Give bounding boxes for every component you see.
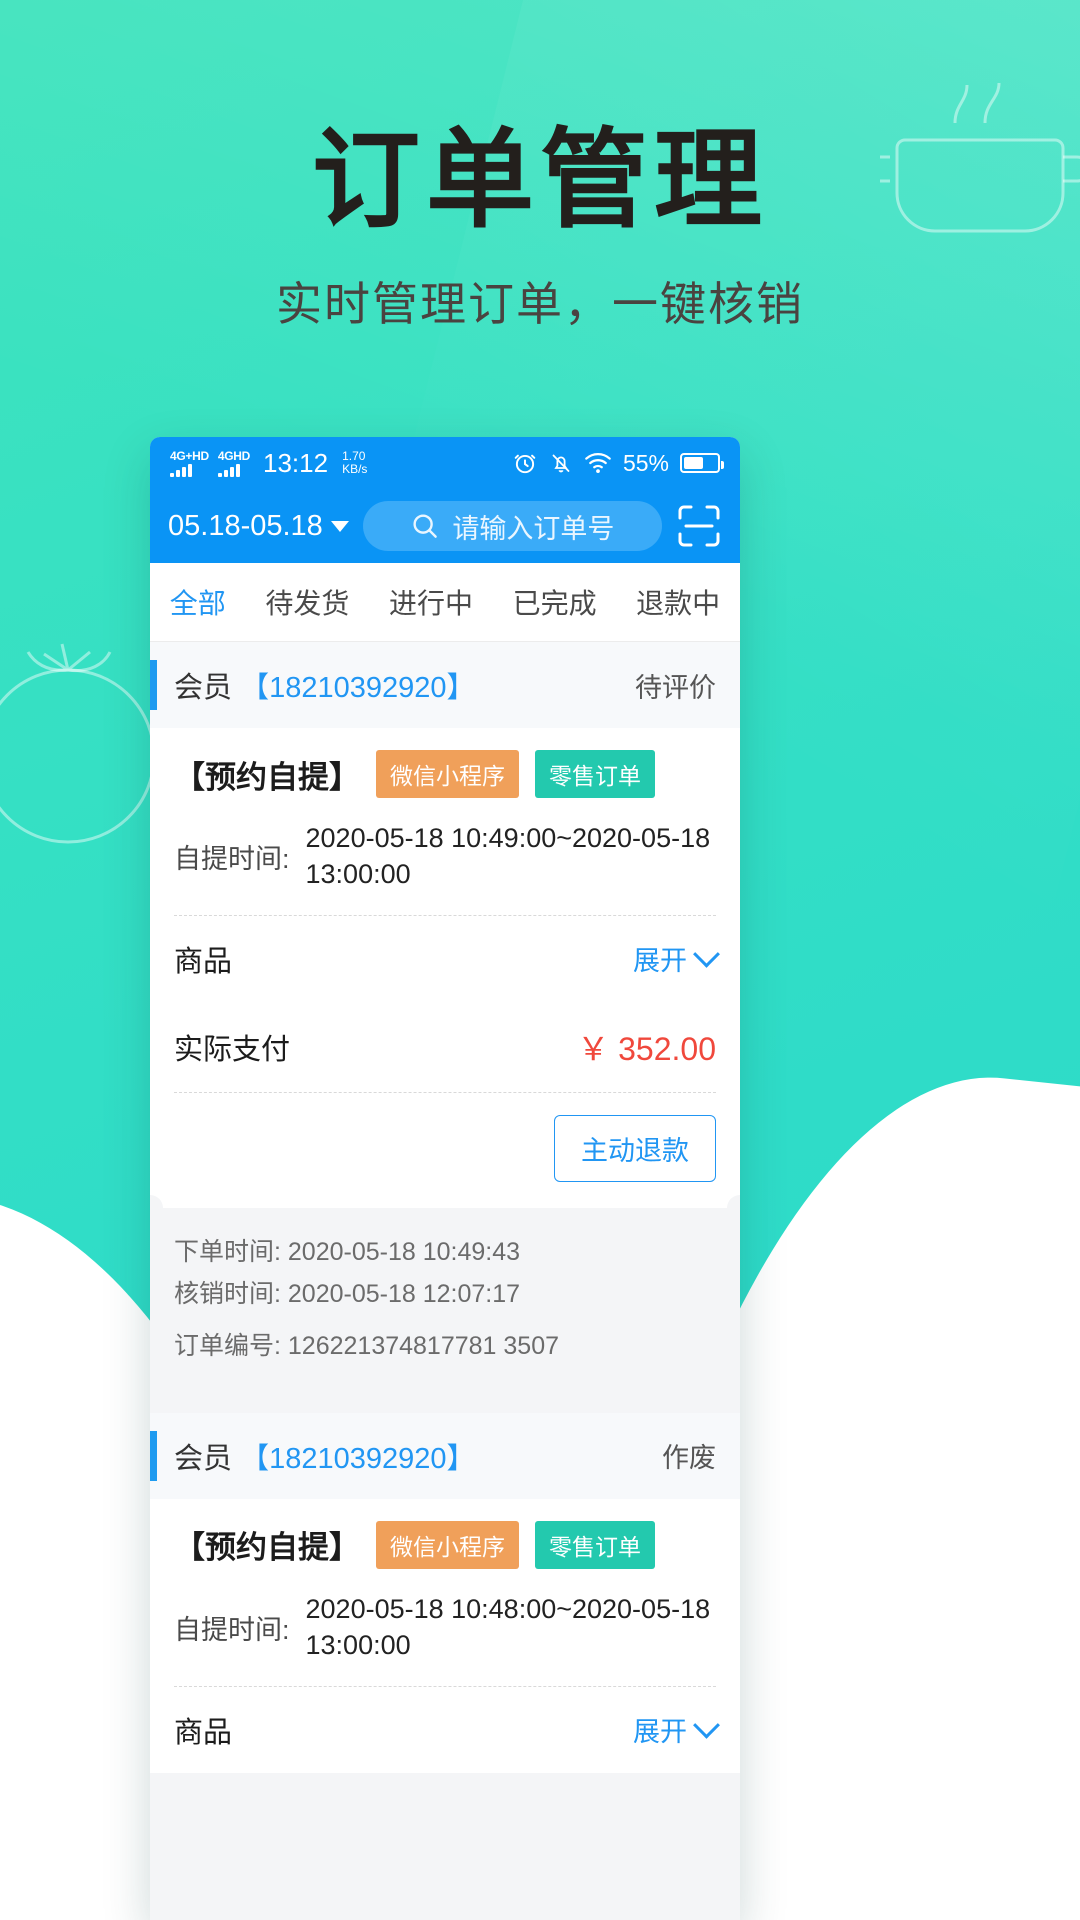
placed-time: 下单时间: 2020-05-18 10:49:43 bbox=[174, 1237, 521, 1266]
order-body: 【预约自提】 微信小程序 零售订单 自提时间: 2020-05-18 10:49… bbox=[150, 728, 740, 1208]
bell-muted-icon bbox=[552, 454, 570, 473]
order-type-title: 【预约自提】 bbox=[174, 1530, 360, 1566]
battery-icon bbox=[680, 453, 724, 473]
scan-qr-icon bbox=[678, 505, 720, 547]
verified-time: 核销时间: 2020-05-18 12:07:17 bbox=[174, 1280, 521, 1309]
tab-pending-shipment[interactable]: 待发货 bbox=[265, 582, 349, 622]
tab-all[interactable]: 全部 bbox=[170, 582, 226, 622]
pickup-time-label: 自提时间: bbox=[174, 843, 290, 874]
battery-percent-label: 55% bbox=[622, 449, 669, 476]
search-placeholder: 请输入订单号 bbox=[452, 513, 615, 544]
alarm-clock-icon bbox=[514, 454, 536, 474]
pickup-time-value: 2020-05-18 10:49:00~2020-05-18 13:00:00 bbox=[305, 823, 711, 890]
sim1-signal-icon: 4G+HD bbox=[170, 450, 209, 477]
order-body: 【预约自提】 微信小程序 零售订单 自提时间: 2020-05-18 10:48… bbox=[150, 1498, 740, 1773]
order-number: 订单编号: 126221374817781 3507 bbox=[174, 1332, 560, 1361]
date-range-label: 05.18-05.18 bbox=[168, 509, 323, 542]
status-bar-clock: 13:12 bbox=[263, 447, 329, 478]
page-title: 订单管理 bbox=[311, 119, 768, 240]
tag-channel: 微信小程序 bbox=[376, 1520, 519, 1569]
tab-in-progress[interactable]: 进行中 bbox=[389, 582, 473, 622]
list-gap bbox=[150, 1398, 740, 1413]
member-phone: 【18210392920】 bbox=[240, 1442, 476, 1475]
status-bar: 4G+HD 4GHD 13:12 1.70 KB/s 55% bbox=[150, 437, 740, 489]
date-range-picker[interactable]: 05.18-05.18 bbox=[168, 510, 349, 543]
page-subtitle: 实时管理订单，一键核销 bbox=[276, 277, 804, 330]
scan-qr-button[interactable] bbox=[676, 503, 722, 549]
phone-screenshot: 4G+HD 4GHD 13:12 1.70 KB/s 55% 05.18-05.… bbox=[150, 437, 740, 1920]
pickup-time-row: 自提时间: 2020-05-18 10:49:00~2020-05-18 13:… bbox=[174, 810, 716, 915]
status-badge: 待评价 bbox=[635, 672, 716, 703]
hero-section: 订单管理 实时管理订单，一键核销 bbox=[0, 119, 1080, 332]
expand-goods-button[interactable]: 展开 bbox=[633, 939, 720, 978]
tab-completed[interactable]: 已完成 bbox=[513, 582, 597, 622]
order-card[interactable]: 会员 【18210392920】 作废 【预约自提】 微信小程序 零售订单 自提… bbox=[150, 1412, 740, 1773]
status-bar-left: 4G+HD 4GHD 13:12 1.70 KB/s bbox=[170, 448, 512, 479]
member-phone: 【18210392920】 bbox=[240, 672, 476, 704]
search-icon bbox=[413, 514, 438, 538]
sim1-bars-icon bbox=[170, 463, 192, 477]
order-card[interactable]: 会员 【18210392920】 待评价 【预约自提】 微信小程序 零售订单 自… bbox=[150, 642, 740, 1399]
goods-row[interactable]: 商品 展开 bbox=[174, 916, 720, 1002]
order-header: 会员 【18210392920】 作废 bbox=[150, 1412, 740, 1499]
tag-channel: 微信小程序 bbox=[376, 750, 519, 798]
pickup-time-row: 自提时间: 2020-05-18 10:48:00~2020-05-18 13:… bbox=[174, 1581, 716, 1686]
tab-refunding[interactable]: 退款中 bbox=[636, 582, 720, 622]
tag-order-kind: 零售订单 bbox=[535, 750, 655, 798]
paid-amount: ￥ 352.00 bbox=[577, 1030, 716, 1067]
paid-label: 实际支付 bbox=[174, 1033, 291, 1066]
sim2-signal-icon: 4GHD bbox=[217, 448, 250, 477]
network-speed-unit: KB/s bbox=[342, 462, 368, 476]
order-status-tabs[interactable]: 全部 待发货 进行中 已完成 退款中 bbox=[150, 563, 740, 642]
goods-row[interactable]: 商品 展开 bbox=[174, 1687, 720, 1773]
chevron-down-icon bbox=[693, 1711, 720, 1739]
wifi-icon bbox=[585, 452, 611, 474]
order-member: 会员 【18210392920】 bbox=[150, 1435, 476, 1477]
member-label: 会员 bbox=[174, 672, 233, 704]
expand-goods-button[interactable]: 展开 bbox=[633, 1710, 720, 1749]
sim2-network-label: 4GHD bbox=[217, 448, 250, 463]
status-bar-right: 55% bbox=[512, 449, 724, 477]
paid-row: 实际支付 ￥ 352.00 bbox=[174, 1002, 716, 1092]
order-actions: 主动退款 bbox=[174, 1093, 716, 1208]
network-speed: 1.70 KB/s bbox=[342, 450, 367, 475]
tag-order-kind: 零售订单 bbox=[535, 1520, 655, 1569]
order-type-title: 【预约自提】 bbox=[174, 759, 360, 795]
order-type-row: 【预约自提】 微信小程序 零售订单 bbox=[174, 732, 716, 810]
goods-label: 商品 bbox=[174, 1716, 233, 1749]
goods-label: 商品 bbox=[174, 945, 233, 978]
order-list: 会员 【18210392920】 待评价 【预约自提】 微信小程序 零售订单 自… bbox=[150, 642, 740, 1773]
app-search-bar: 05.18-05.18 请输入订单号 bbox=[150, 489, 740, 563]
order-footer: 下单时间: 2020-05-18 10:49:43 核销时间: 2020-05-… bbox=[150, 1207, 740, 1399]
status-badge: 作废 bbox=[662, 1443, 716, 1474]
chevron-down-icon bbox=[693, 941, 720, 969]
chevron-down-icon bbox=[330, 520, 349, 532]
order-type-row: 【预约自提】 微信小程序 零售订单 bbox=[174, 1503, 716, 1581]
search-input[interactable]: 请输入订单号 bbox=[362, 501, 662, 551]
expand-label: 展开 bbox=[633, 946, 687, 977]
order-header: 会员 【18210392920】 待评价 bbox=[150, 642, 740, 728]
expand-label: 展开 bbox=[633, 1717, 687, 1747]
order-member: 会员 【18210392920】 bbox=[150, 664, 476, 706]
sim2-bars-icon bbox=[217, 463, 240, 477]
sim1-network-label: 4G+HD bbox=[170, 448, 209, 463]
pickup-time-value: 2020-05-18 10:48:00~2020-05-18 13:00:00 bbox=[305, 1593, 711, 1661]
pickup-time-label: 自提时间: bbox=[174, 1614, 290, 1645]
refund-button[interactable]: 主动退款 bbox=[554, 1114, 716, 1182]
member-label: 会员 bbox=[174, 1442, 233, 1475]
